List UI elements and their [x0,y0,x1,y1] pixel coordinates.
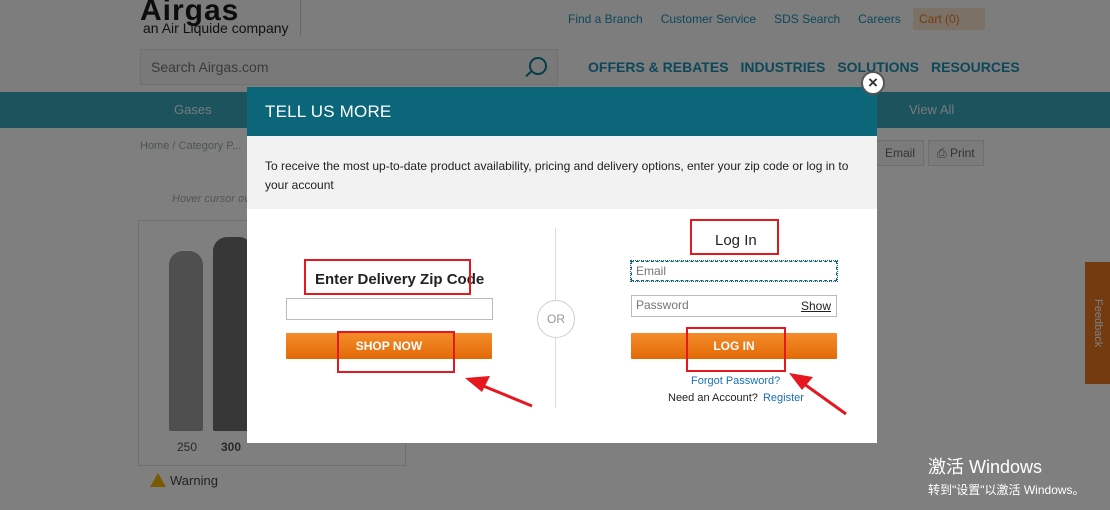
annotation-box-login-button [686,327,786,372]
annotation-box-shop-now [337,331,455,373]
register-row: Need an Account? Register [668,392,804,404]
register-link[interactable]: Register [763,392,804,404]
show-password-toggle[interactable]: Show [801,299,831,313]
password-field: Show [631,295,837,317]
windows-activation-watermark: 激活 Windows 转到"设置"以激活 Windows。 [928,453,1085,498]
need-account-text: Need an Account? [668,392,758,404]
watermark-title: 激活 Windows [928,457,1043,477]
annotation-box-login-title [690,219,779,255]
forgot-password-link[interactable]: Forgot Password? [691,375,780,387]
intro-text: To receive the most up-to-date product a… [265,159,849,192]
watermark-subtitle: 转到"设置"以激活 Windows。 [928,483,1085,497]
close-icon[interactable]: × [861,71,885,95]
modal-header: TELL US MORE [247,87,877,136]
email-input[interactable] [630,260,838,282]
password-input[interactable] [632,296,790,314]
modal-title: TELL US MORE [265,102,392,121]
modal-intro: To receive the most up-to-date product a… [247,136,877,209]
zip-code-input[interactable] [286,298,493,320]
annotation-box-zip-label [304,259,471,295]
or-separator: OR [537,300,575,338]
